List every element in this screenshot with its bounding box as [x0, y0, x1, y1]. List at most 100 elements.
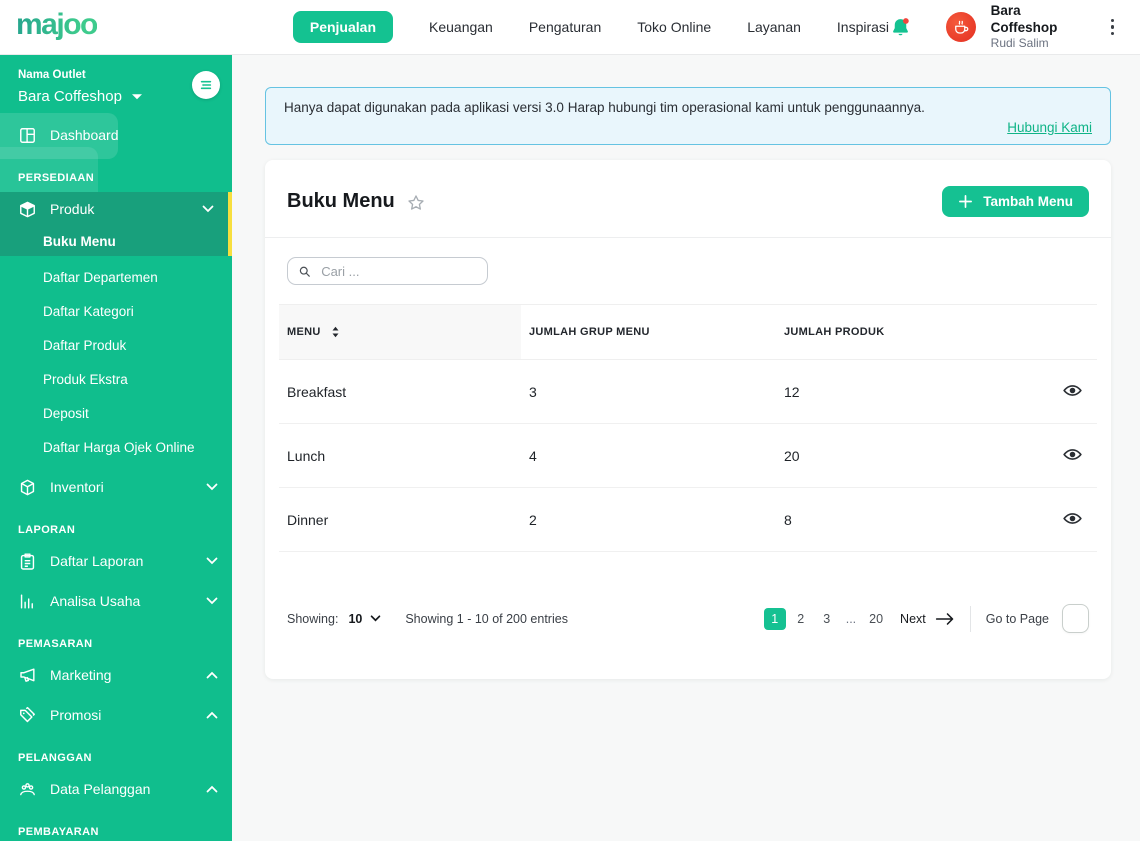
chevron-down-icon: [202, 205, 214, 213]
goto-page: Go to Page: [986, 604, 1089, 633]
customers-icon: [20, 782, 35, 795]
chevron-up-icon: [206, 711, 218, 719]
sort-icon: [332, 326, 339, 338]
entries-summary: Showing 1 - 10 of 200 entries: [405, 611, 568, 626]
page-ellipsis: ...: [845, 611, 857, 626]
outlet-label: Nama Outlet: [18, 69, 86, 81]
sidebar-subitem-daftar-departemen[interactable]: Daftar Departemen: [0, 260, 232, 294]
bar-chart-icon: [20, 593, 33, 609]
sidebar-item-dashboard[interactable]: Dashboard: [0, 118, 232, 152]
active-menu-block: Produk Buku Menu: [0, 192, 232, 256]
table-row: Dinner 2 8: [279, 487, 1097, 552]
majoo-logo: majoo: [16, 10, 98, 44]
table-header-row: MENU JUMLAH GRUP MENU JUMLAH PRODUK: [279, 304, 1097, 360]
buku-menu-card: Buku Menu Tambah Menu Cari ... MENU JUML…: [265, 160, 1111, 679]
column-header-jumlah-produk: JUMLAH PRODUK: [776, 304, 1038, 360]
chevron-down-icon: [206, 557, 218, 565]
pagination: Showing: 10 Showing 1 - 10 of 200 entrie…: [287, 604, 1089, 633]
sidebar-item-inventori[interactable]: Inventori: [0, 470, 232, 504]
sidebar-subitem-daftar-produk[interactable]: Daftar Produk: [0, 328, 232, 362]
arrow-right-icon: [935, 612, 954, 625]
sidebar-item-daftar-laporan[interactable]: Daftar Laporan: [0, 544, 232, 578]
sidebar-subitem-deposit[interactable]: Deposit: [0, 396, 232, 430]
outlet-name-dropdown[interactable]: Bara Coffeshop: [18, 88, 214, 105]
view-detail-eye-icon[interactable]: [1062, 380, 1083, 401]
table-row: Breakfast 3 12: [279, 359, 1097, 424]
dashboard-icon: [20, 127, 35, 143]
sidebar: Nama Outlet Bara Coffeshop Dashboard PER…: [0, 55, 232, 841]
nav-inspirasi[interactable]: Inspirasi: [837, 19, 889, 35]
inventory-cube-icon: [20, 479, 35, 495]
table-row: Lunch 4 20: [279, 423, 1097, 488]
search-row: [265, 238, 1111, 304]
page-buttons: 1 2 3 ... 20 Next: [763, 607, 955, 630]
view-detail-eye-icon[interactable]: [1062, 444, 1083, 465]
sidebar-subitem-buku-menu[interactable]: Buku Menu: [0, 226, 228, 256]
notification-bell-icon[interactable]: [889, 15, 913, 39]
sidebar-item-label: Daftar Laporan: [50, 553, 144, 569]
chevron-down-icon: [206, 483, 218, 491]
page-button-20[interactable]: 20: [864, 608, 888, 630]
sidebar-item-analisa-usaha[interactable]: Analisa Usaha: [0, 584, 232, 618]
user-info[interactable]: Bara Coffeshop Rudi Salim: [991, 3, 1090, 52]
sidebar-item-produk[interactable]: Produk: [0, 192, 228, 226]
nav-penjualan[interactable]: Penjualan: [292, 11, 393, 43]
column-header-menu[interactable]: MENU: [279, 304, 521, 360]
sidebar-subitem-produk-ekstra[interactable]: Produk Ekstra: [0, 362, 232, 396]
page-button-2[interactable]: 2: [790, 608, 812, 630]
nav-toko-online[interactable]: Toko Online: [637, 19, 711, 35]
main-content: Hanya dapat digunakan pada aplikasi vers…: [232, 55, 1140, 841]
hubungi-kami-link[interactable]: Hubungi Kami: [1007, 120, 1092, 135]
merchant-avatar[interactable]: [945, 12, 976, 42]
sidebar-item-label: Dashboard: [50, 127, 119, 143]
view-detail-eye-icon[interactable]: [1062, 508, 1083, 529]
user-name: Rudi Salim: [990, 36, 1049, 51]
cell-menu: Breakfast: [279, 359, 521, 424]
section-laporan: LAPORAN: [18, 524, 76, 536]
sidebar-item-data-pelanggan[interactable]: Data Pelanggan: [0, 772, 232, 806]
page-button-3[interactable]: 3: [816, 608, 838, 630]
sidebar-item-label: Data Pelanggan: [50, 781, 151, 797]
plus-icon: [959, 195, 973, 208]
cell-products: 12: [776, 359, 1038, 424]
cell-groups: 2: [521, 487, 776, 552]
search-icon: [299, 266, 310, 277]
card-header: Buku Menu Tambah Menu: [265, 160, 1111, 237]
report-clipboard-icon: [20, 553, 35, 570]
favorite-star-icon[interactable]: [406, 193, 426, 213]
outlet-name: Bara Coffeshop: [18, 88, 122, 105]
cell-menu: Lunch: [279, 423, 521, 488]
megaphone-icon: [20, 667, 35, 682]
sidebar-subitem-daftar-kategori[interactable]: Daftar Kategori: [0, 294, 232, 328]
topbar: majoo Penjualan Keuangan Pengaturan Toko…: [0, 0, 1140, 55]
nav-keuangan[interactable]: Keuangan: [429, 19, 493, 35]
sidebar-item-marketing[interactable]: Marketing: [0, 658, 232, 692]
divider: [969, 605, 971, 632]
tambah-menu-button[interactable]: Tambah Menu: [942, 186, 1089, 217]
nav-layanan[interactable]: Layanan: [747, 19, 801, 35]
page-size-dropdown[interactable]: 10: [348, 612, 381, 626]
chevron-down-icon: [206, 597, 218, 605]
tambah-menu-label: Tambah Menu: [983, 194, 1073, 209]
collapse-menu-icon: [200, 80, 212, 90]
page-size-value: 10: [348, 611, 363, 626]
goto-page-input[interactable]: [1062, 604, 1089, 633]
goto-page-label: Go to Page: [985, 611, 1049, 626]
sidebar-item-promosi[interactable]: Promosi: [0, 698, 232, 732]
promo-tag-icon: [20, 706, 35, 722]
page-button-1[interactable]: 1: [763, 607, 786, 630]
more-options-icon[interactable]: [1105, 15, 1121, 40]
sidebar-item-label: Inventori: [50, 479, 104, 495]
sidebar-item-label: Analisa Usaha: [50, 593, 141, 609]
sidebar-item-label: Produk: [50, 201, 95, 217]
merchant-name: Bara Coffeshop: [990, 2, 1058, 35]
column-header-actions: [1038, 304, 1097, 360]
top-navigation: Penjualan Keuangan Pengaturan Toko Onlin…: [292, 11, 889, 43]
caret-down-icon: [131, 93, 142, 99]
section-pembayaran: PEMBAYARAN: [18, 826, 99, 838]
search-input[interactable]: [319, 262, 477, 280]
nav-pengaturan[interactable]: Pengaturan: [529, 19, 601, 35]
sidebar-collapse-button[interactable]: [192, 71, 220, 99]
sidebar-subitem-daftar-harga-ojek-online[interactable]: Daftar Harga Ojek Online: [0, 430, 232, 464]
next-page-button[interactable]: Next: [900, 612, 955, 626]
